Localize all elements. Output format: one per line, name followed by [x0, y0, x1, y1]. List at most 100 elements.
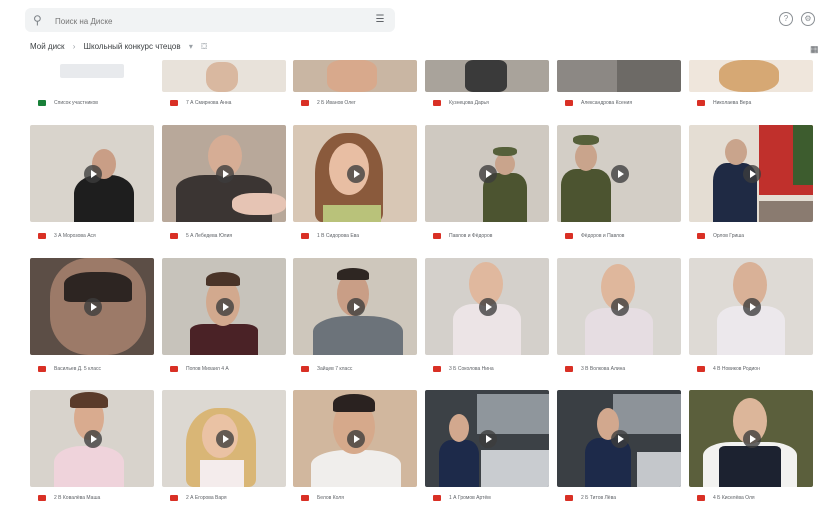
- play-icon[interactable]: [743, 165, 761, 183]
- video-thumbnail: [162, 60, 286, 92]
- video-file-icon: [697, 100, 705, 106]
- video-file-icon: [38, 366, 46, 372]
- breadcrumb-root[interactable]: Мой диск: [30, 42, 65, 51]
- file-caption[interactable]: Орлов Гриша: [697, 232, 815, 242]
- play-icon[interactable]: [743, 298, 761, 316]
- video-thumbnail: [689, 390, 813, 487]
- video-thumbnail: [557, 258, 681, 355]
- spreadsheet-icon: [38, 100, 46, 106]
- file-caption[interactable]: 5 А Лебедева Юлия: [170, 232, 288, 242]
- video-file-icon: [170, 495, 178, 501]
- play-icon[interactable]: [743, 430, 761, 448]
- video-thumbnail: [162, 258, 286, 355]
- play-icon[interactable]: [611, 165, 629, 183]
- video-file-icon: [38, 495, 46, 501]
- play-icon[interactable]: [84, 430, 102, 448]
- video-file-icon: [170, 366, 178, 372]
- video-thumbnail: [689, 125, 813, 222]
- file-name: Попов Михаил 4 А: [186, 366, 229, 372]
- file-caption[interactable]: Кузнецова Дарья: [433, 99, 551, 109]
- file-caption[interactable]: 4 В Новиков Родион: [697, 365, 815, 375]
- video-file-icon: [697, 233, 705, 239]
- video-thumbnail: [425, 390, 549, 487]
- play-icon[interactable]: [84, 165, 102, 183]
- video-file-icon: [433, 495, 441, 501]
- file-name: 2 А Егорова Варя: [186, 495, 227, 501]
- file-caption[interactable]: Зайцев 7 класс: [301, 365, 419, 375]
- help-icon[interactable]: ?: [779, 12, 793, 26]
- video-file-icon: [697, 366, 705, 372]
- file-caption[interactable]: Васильев Д. 5 класс: [38, 365, 156, 375]
- play-icon[interactable]: [347, 430, 365, 448]
- file-caption[interactable]: Николаева Вера: [697, 99, 815, 109]
- video-thumbnail: [557, 125, 681, 222]
- video-file-icon: [38, 233, 46, 239]
- search-icon[interactable]: ⚲: [33, 13, 47, 27]
- chevron-down-icon[interactable]: ▾: [189, 42, 193, 51]
- video-file-icon: [170, 233, 178, 239]
- video-file-icon: [301, 366, 309, 372]
- play-icon[interactable]: [611, 430, 629, 448]
- file-caption[interactable]: Павлов и Фёдоров: [433, 232, 551, 242]
- file-caption[interactable]: 2 Б Титов Лёва: [565, 494, 683, 504]
- video-thumbnail: [293, 125, 417, 222]
- video-file-icon: [565, 100, 573, 106]
- video-thumbnail: [293, 258, 417, 355]
- file-name: 3 А Морозова Ася: [54, 233, 96, 239]
- play-icon[interactable]: [347, 298, 365, 316]
- video-thumbnail: [30, 258, 154, 355]
- video-file-icon: [301, 495, 309, 501]
- play-icon[interactable]: [479, 298, 497, 316]
- file-caption[interactable]: 1 В Сидорова Ева: [301, 232, 419, 242]
- file-caption[interactable]: 3 Б Соколова Нина: [433, 365, 551, 375]
- file-name: Фёдоров и Павлов: [581, 233, 625, 239]
- file-caption[interactable]: 2 А Егорова Варя: [170, 494, 288, 504]
- play-icon[interactable]: [216, 165, 234, 183]
- search-bar[interactable]: ⚲ ☰: [25, 8, 395, 32]
- play-icon[interactable]: [216, 298, 234, 316]
- video-thumbnail: [293, 390, 417, 487]
- play-icon[interactable]: [479, 165, 497, 183]
- file-caption[interactable]: Александрова Ксения: [565, 99, 683, 109]
- play-icon[interactable]: [479, 430, 497, 448]
- file-name: Зайцев 7 класс: [317, 366, 353, 372]
- file-caption[interactable]: 4 Б Киселёва Оля: [697, 494, 815, 504]
- video-thumbnail: [425, 258, 549, 355]
- filter-icon[interactable]: ☰: [373, 13, 387, 27]
- search-input[interactable]: [53, 12, 357, 30]
- file-caption[interactable]: Попов Михаил 4 А: [170, 365, 288, 375]
- settings-gear-icon[interactable]: ⚙: [801, 12, 815, 26]
- file-caption[interactable]: Список участников: [38, 99, 156, 109]
- file-caption[interactable]: 3 В Волкова Алина: [565, 365, 683, 375]
- video-file-icon: [565, 495, 573, 501]
- file-name: Николаева Вера: [713, 100, 752, 106]
- file-name: 4 Б Киселёва Оля: [713, 495, 755, 501]
- file-name: Список участников: [54, 100, 98, 106]
- video-thumbnail: [557, 390, 681, 487]
- breadcrumb-folder[interactable]: Школьный конкурс чтецов: [84, 42, 181, 51]
- list-view-icon[interactable]: ▦: [810, 44, 819, 55]
- file-name: 1 В Сидорова Ева: [317, 233, 360, 239]
- video-thumbnail: [557, 60, 681, 92]
- file-name: 2 В Ковалёва Маша: [54, 495, 101, 501]
- file-caption[interactable]: 3 А Морозова Ася: [38, 232, 156, 242]
- play-icon[interactable]: [216, 430, 234, 448]
- file-name: 4 В Новиков Родион: [713, 366, 760, 372]
- video-thumbnail: [293, 60, 417, 92]
- file-caption[interactable]: Фёдоров и Павлов: [565, 232, 683, 242]
- file-name: 2 Б Иванов Олег: [317, 100, 356, 106]
- file-name: Белов Коля: [317, 495, 344, 501]
- file-caption[interactable]: 1 А Громов Артём: [433, 494, 551, 504]
- play-icon[interactable]: [347, 165, 365, 183]
- file-caption[interactable]: 2 В Ковалёва Маша: [38, 494, 156, 504]
- file-caption[interactable]: 2 Б Иванов Олег: [301, 99, 419, 109]
- file-thumbnail: [30, 60, 154, 92]
- play-icon[interactable]: [611, 298, 629, 316]
- video-thumbnail: [689, 60, 813, 92]
- play-icon[interactable]: [84, 298, 102, 316]
- file-name: Васильев Д. 5 класс: [54, 366, 102, 372]
- file-caption[interactable]: Белов Коля: [301, 494, 419, 504]
- video-file-icon: [433, 233, 441, 239]
- video-thumbnail: [162, 390, 286, 487]
- file-caption[interactable]: 7 А Смирнова Анна: [170, 99, 288, 109]
